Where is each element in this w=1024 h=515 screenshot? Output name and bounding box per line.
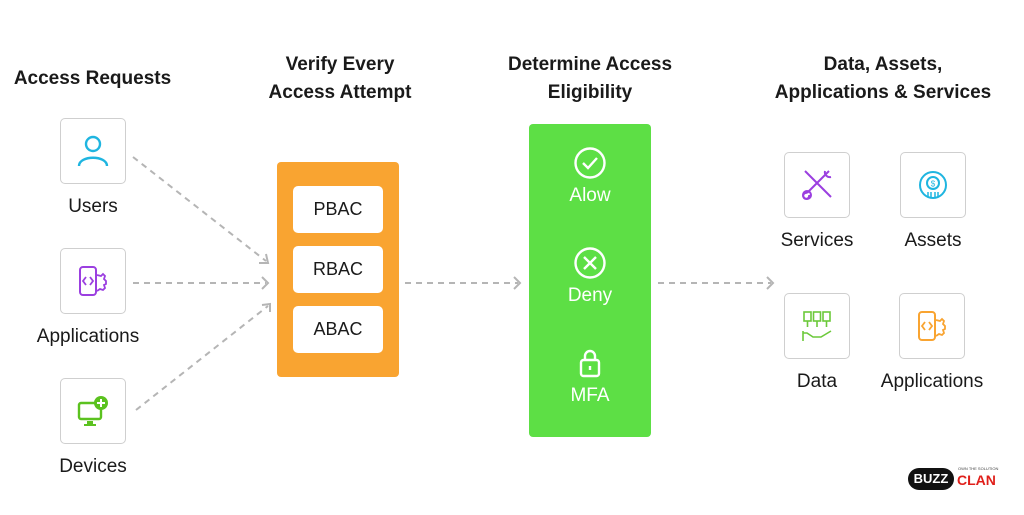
x-circle-icon [574,247,606,279]
deny-label: Deny [567,285,613,306]
verify-panel: PBAC RBAC ABAC [277,162,399,377]
user-icon [77,135,109,167]
applications-card [60,248,126,314]
applications-label: Applications [36,326,140,347]
heading-resources: Data, Assets, Applications & Services [753,51,1013,107]
devices-card [60,378,126,444]
assets-label: Assets [904,230,962,251]
buzzclan-logo: BUZZ CLAN OWN THE SOLUTION [908,466,1000,494]
mfa-item: MFA [529,346,651,407]
mfa-label: MFA [570,385,610,406]
pbac-item: PBAC [293,186,383,233]
allow-item: Alow [529,146,651,207]
logo-clan: CLAN [957,472,996,488]
users-card [60,118,126,184]
services-card [784,152,850,218]
users-label: Users [68,196,118,217]
heading-line: Verify Every [285,54,395,75]
rbac-item: RBAC [293,246,383,293]
devices-label: Devices [59,456,127,477]
deny-item: Deny [529,246,651,307]
svg-text:$: $ [931,180,936,189]
heading-line: Determine Access [507,54,673,75]
heading-determine: Determine Access Eligibility [480,51,700,107]
heading-line: Access Attempt [268,82,412,103]
data-card [784,293,850,359]
assets-card: $ [900,152,966,218]
app-gear-icon [79,266,107,296]
lock-icon [579,349,601,378]
logo-tagline: OWN THE SOLUTION [958,466,999,471]
data-hand-icon [802,311,832,341]
heading-access-requests: Access Requests [13,68,172,89]
determine-panel: Alow Deny MFA [529,124,651,437]
heading-line: Data, Assets, [823,54,943,75]
asset-chart-icon: $ [919,171,947,199]
app-gear-icon [918,311,946,341]
heading-line: Eligibility [547,82,633,103]
logo-buzz: BUZZ [908,468,954,490]
abac-item: ABAC [293,306,383,353]
heading-line: Applications & Services [774,82,992,103]
check-circle-icon [574,147,606,179]
arrow-devices [135,305,269,411]
monitor-plus-icon [77,396,108,426]
applications-resource-card [899,293,965,359]
allow-label: Alow [569,185,611,206]
heading-verify: Verify Every Access Attempt [240,51,440,107]
tools-icon [802,170,832,200]
applications-resource-label: Applications [880,371,984,392]
